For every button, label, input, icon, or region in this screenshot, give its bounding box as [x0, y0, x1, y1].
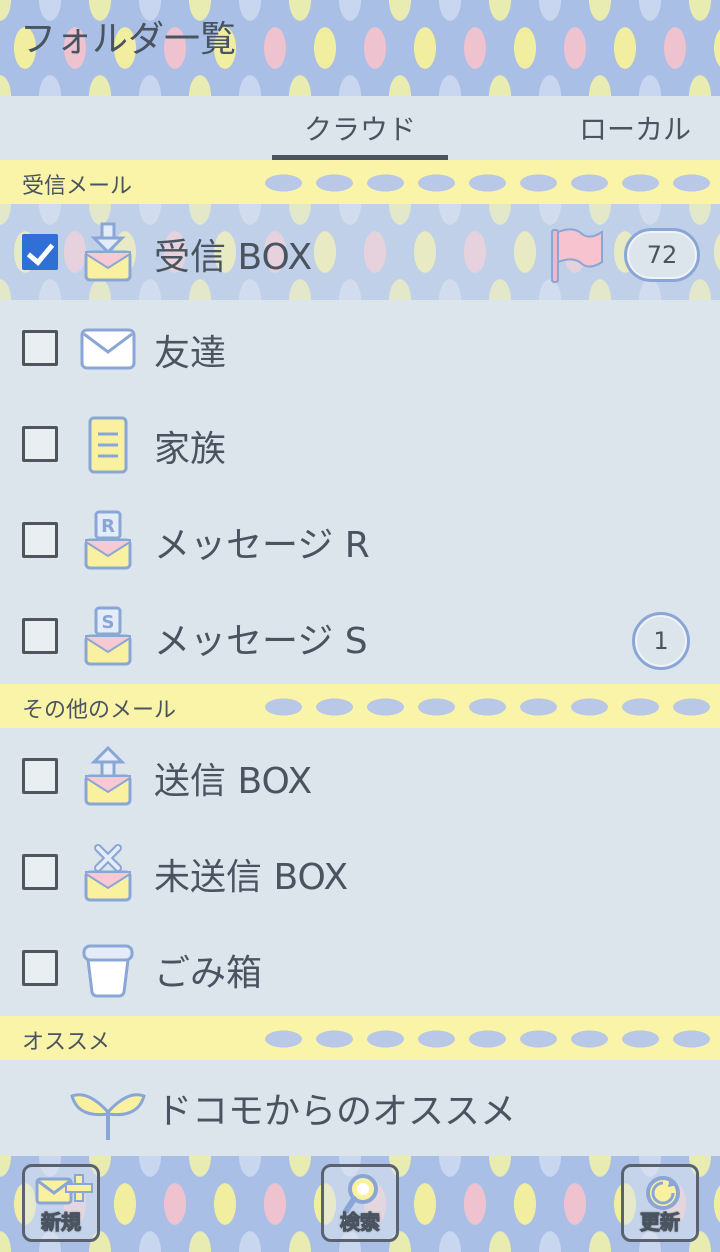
- app-header: フォルダ一覧: [0, 0, 720, 96]
- message-s-icon: S: [84, 606, 132, 666]
- tab-bar: クラウド ローカル: [0, 96, 720, 160]
- folder-label: 友達: [154, 333, 227, 374]
- new-mail-button[interactable]: 新規: [22, 1164, 100, 1242]
- folder-label: 未送信 BOX: [154, 857, 349, 898]
- section-header-inbox: 受信メール: [0, 160, 720, 204]
- section-header-other: その他のメール: [0, 684, 720, 728]
- folder-label: 受信 BOX: [154, 237, 313, 278]
- folder-label: 送信 BOX: [154, 761, 313, 802]
- folder-checkbox[interactable]: [22, 522, 58, 558]
- folder-row-unsent[interactable]: 未送信 BOX: [0, 824, 720, 920]
- folder-row-outbox[interactable]: 送信 BOX: [0, 728, 720, 824]
- section-label: その他のメール: [22, 698, 177, 723]
- folder-row-inbox[interactable]: 受信 BOX 72: [0, 204, 720, 300]
- section-label: オススメ: [22, 1030, 111, 1055]
- document-icon: [88, 416, 128, 474]
- folder-row-family[interactable]: 家族: [0, 396, 720, 492]
- folder-checkbox[interactable]: [22, 426, 58, 462]
- sprout-icon: [70, 1093, 146, 1140]
- tab-local[interactable]: ローカル: [560, 108, 710, 160]
- refresh-button[interactable]: 更新: [621, 1164, 699, 1242]
- folder-row-message-s[interactable]: S メッセージ S 1: [0, 588, 720, 684]
- bottom-toolbar: 新規 検索 更新: [0, 1156, 720, 1252]
- folder-row-trash[interactable]: ごみ箱: [0, 920, 720, 1016]
- folder-checkbox[interactable]: [22, 758, 58, 794]
- section-decoration: [258, 1026, 720, 1052]
- folder-checkbox[interactable]: [22, 330, 58, 366]
- folder-label: ごみ箱: [154, 953, 263, 994]
- envelope-icon: [80, 328, 136, 370]
- inbox-envelope-icon: [84, 222, 132, 282]
- outbox-envelope-icon: [84, 746, 132, 806]
- svg-text:R: R: [101, 516, 115, 537]
- new-mail-label: 新規: [41, 1210, 82, 1235]
- folder-label: メッセージ S: [154, 621, 368, 662]
- message-r-icon: R: [84, 510, 132, 570]
- unread-count-badge: 1: [632, 612, 690, 670]
- section-label: 受信メール: [22, 174, 133, 199]
- new-mail-icon: [35, 1174, 93, 1205]
- recommend-row[interactable]: ドコモからのオススメ: [0, 1060, 720, 1156]
- tab-cloud[interactable]: クラウド: [272, 108, 448, 160]
- folder-checkbox[interactable]: [22, 854, 58, 890]
- section-decoration: [258, 170, 720, 196]
- page-title: フォルダ一覧: [20, 19, 237, 60]
- folder-label: メッセージ R: [154, 525, 370, 566]
- folder-checkbox[interactable]: [22, 618, 58, 654]
- folder-row-message-r[interactable]: R メッセージ R: [0, 492, 720, 588]
- flag-icon[interactable]: [548, 226, 604, 286]
- folder-label: 家族: [154, 429, 227, 470]
- svg-text:S: S: [102, 612, 115, 633]
- section-header-recommend: オススメ: [0, 1016, 720, 1060]
- trash-icon: [82, 944, 134, 998]
- folder-checkbox[interactable]: [22, 234, 58, 270]
- section-decoration: [258, 694, 720, 720]
- folder-checkbox[interactable]: [22, 950, 58, 986]
- unsent-envelope-icon: [84, 844, 132, 902]
- folder-row-friends[interactable]: 友達: [0, 300, 720, 396]
- unread-count-badge: 72: [624, 228, 700, 282]
- recommend-label: ドコモからのオススメ: [156, 1091, 517, 1132]
- search-button[interactable]: 検索: [321, 1164, 399, 1242]
- refresh-label: 更新: [640, 1210, 681, 1235]
- search-label: 検索: [340, 1210, 381, 1235]
